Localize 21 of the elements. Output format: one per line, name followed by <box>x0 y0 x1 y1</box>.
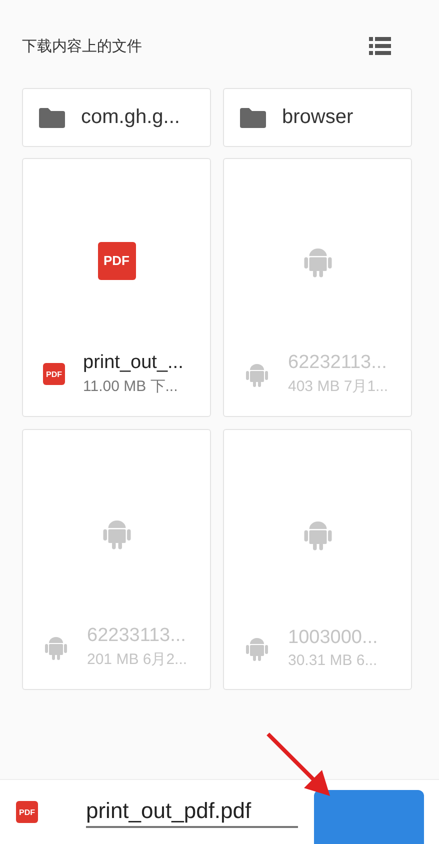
folder-name: com.gh.g... <box>81 106 180 129</box>
pdf-icon: PDF <box>43 363 65 385</box>
file-card[interactable]: PDF PDF print_out_... 11.00 MB 下... <box>22 158 211 417</box>
pdf-icon: PDF <box>16 801 38 823</box>
folder-card[interactable]: com.gh.g... <box>22 88 211 147</box>
file-name: print_out_... <box>83 352 184 374</box>
list-view-icon[interactable] <box>369 37 391 55</box>
file-details: 201 MB 6月2... <box>87 650 188 669</box>
section-title: 下载内容上的文件 <box>22 36 142 56</box>
folder-name: browser <box>282 106 354 129</box>
file-name: 62233113... <box>87 625 187 647</box>
file-details: 403 MB 7月1... <box>288 377 388 396</box>
file-name: 62232113... <box>288 352 388 374</box>
folder-card[interactable]: browser <box>223 88 412 147</box>
filename-field[interactable]: print_out_pdf.pdf <box>86 796 298 828</box>
file-details: 30.31 MB 6... <box>288 652 378 669</box>
file-name: 1003000... <box>288 627 378 649</box>
pdf-icon: PDF <box>98 242 136 280</box>
folder-icon <box>39 108 65 128</box>
folder-icon <box>240 108 266 128</box>
file-details: 11.00 MB 下... <box>83 377 179 396</box>
